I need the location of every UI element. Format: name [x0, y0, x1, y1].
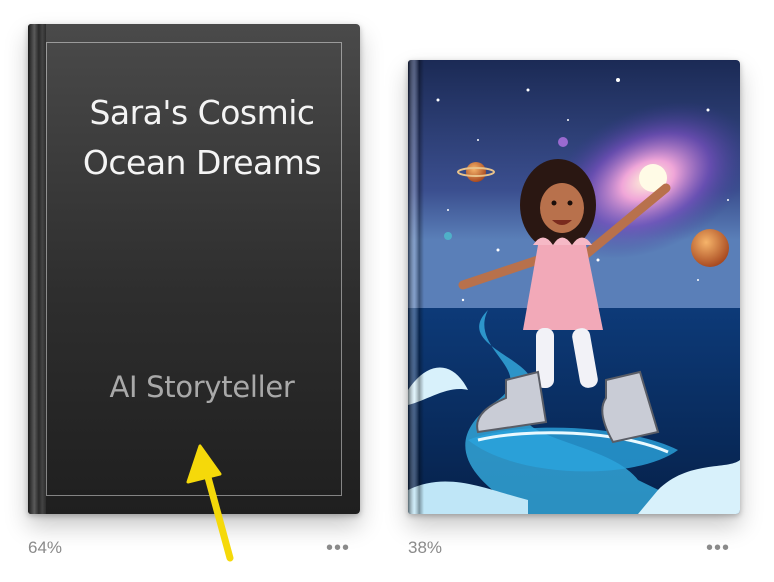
- book-author: AI Storyteller: [109, 370, 295, 404]
- book-cover-illustrated[interactable]: [408, 60, 740, 514]
- cover-illustration: [408, 60, 740, 514]
- book-title-line-1: Sara's Cosmic: [89, 93, 315, 132]
- book-spine: [28, 24, 46, 514]
- annotation-arrow-icon: [186, 444, 234, 562]
- reading-progress: 64%: [28, 538, 63, 557]
- book-title: Sara's Cosmic Ocean Dreams: [46, 88, 358, 188]
- library-shelf: Sara's Cosmic Ocean Dreams AI Storytelle…: [0, 0, 774, 582]
- reading-progress: 38%: [408, 538, 443, 557]
- more-options-button[interactable]: •••: [706, 538, 730, 558]
- more-options-button[interactable]: •••: [326, 538, 350, 558]
- book-title-line-2: Ocean Dreams: [82, 143, 322, 182]
